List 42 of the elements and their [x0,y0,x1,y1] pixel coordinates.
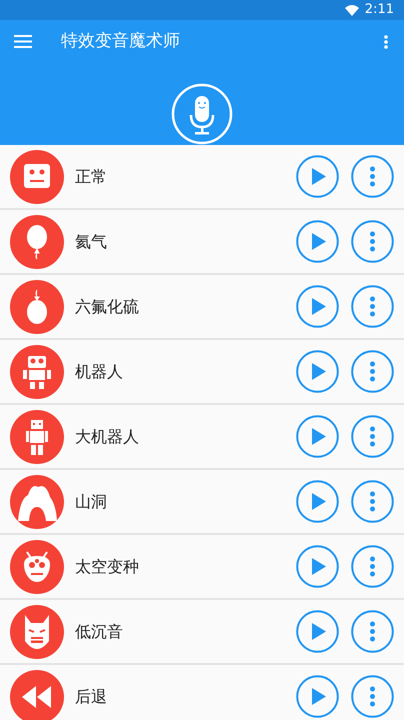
effect-name: 山洞 [75,490,107,512]
play-button[interactable] [296,480,339,523]
effect-name: 氦气 [75,230,107,252]
play-button[interactable] [296,675,339,718]
effect-name: 正常 [75,166,107,188]
mask-icon [10,604,64,658]
rewind-icon [10,670,64,720]
more-options-button[interactable] [351,610,394,653]
cave-icon [10,474,64,528]
effect-name: 六氟化硫 [75,296,139,318]
clock: 2:11 [364,1,394,20]
robot-icon [10,410,64,464]
effect-name: 低沉音 [75,620,123,642]
more-options-button[interactable] [351,220,394,263]
play-button[interactable] [296,415,339,458]
more-options-button[interactable] [351,545,394,588]
wifi-icon [344,4,359,16]
effect-name: 机器人 [75,360,123,382]
more-options-button[interactable] [351,415,394,458]
balloon-icon [10,214,64,268]
play-button[interactable] [296,155,339,198]
play-button[interactable] [296,285,339,328]
play-button[interactable] [296,350,339,393]
app-title: 特效变音魔术师 [61,30,180,53]
more-options-button[interactable] [351,675,394,718]
more-options-button[interactable] [351,350,394,393]
menu-icon[interactable] [14,35,32,48]
play-button[interactable] [296,220,339,263]
play-button[interactable] [296,545,339,588]
effect-name: 大机器人 [75,426,139,448]
robot-icon [10,344,64,398]
effect-name: 太空变种 [75,556,139,578]
alien-icon [10,540,64,594]
more-options-button[interactable] [351,285,394,328]
more-options-button[interactable] [351,155,394,198]
balloon-icon [10,280,64,334]
play-button[interactable] [296,610,339,653]
more-options-icon[interactable] [384,34,388,48]
more-options-button[interactable] [351,480,394,523]
robot-face-icon [10,150,64,204]
effect-name: 后退 [75,686,107,708]
microphone-button[interactable] [171,83,233,145]
